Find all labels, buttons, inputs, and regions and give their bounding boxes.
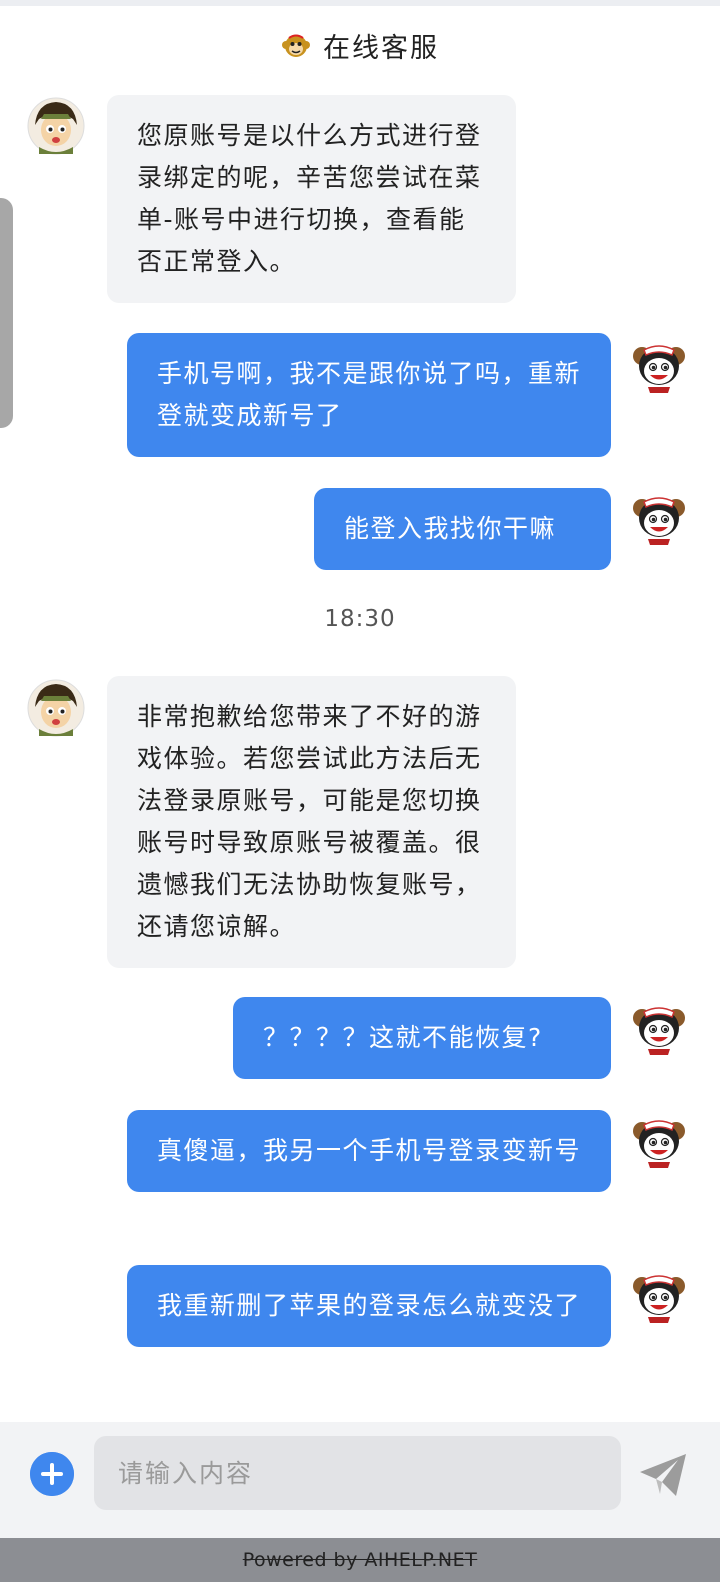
side-drag-handle[interactable] <box>0 198 13 428</box>
agent-message-bubble: 非常抱歉给您带来了不好的游戏体验。若您尝试此方法后无法登录原账号，可能是您切换账… <box>107 676 516 968</box>
send-icon <box>638 1452 688 1498</box>
powered-by-label[interactable]: Powered by AIHELP.NET <box>243 1549 478 1571</box>
agent-avatar <box>27 679 85 737</box>
agent-avatar <box>27 97 85 155</box>
page-title: 在线客服 <box>323 32 439 64</box>
user-message-bubble: 能登入我找你干嘛 <box>314 488 611 570</box>
chat-screen: 在线客服 您原账号是以什么方式进行登录绑定的呢，辛苦您尝试在菜单-账号中进行切换… <box>0 0 720 1582</box>
user-avatar <box>630 1268 688 1326</box>
add-attachment-button[interactable] <box>30 1452 74 1496</box>
user-message-bubble: 我重新删了苹果的登录怎么就变没了 <box>127 1265 611 1347</box>
message-input[interactable] <box>94 1436 621 1510</box>
message-timestamp: 18:30 <box>324 606 396 632</box>
user-avatar <box>630 1113 688 1171</box>
user-message-bubble: 手机号啊，我不是跟你说了吗，重新登就变成新号了 <box>127 333 611 457</box>
user-avatar <box>630 338 688 396</box>
user-message-bubble: ？？？？这就不能恢复? <box>233 997 611 1079</box>
user-message-bubble: 真傻逼，我另一个手机号登录变新号 <box>127 1110 611 1192</box>
header: 在线客服 <box>0 0 720 84</box>
monkey-logo-icon <box>281 30 311 60</box>
send-button[interactable] <box>638 1452 688 1498</box>
footer: Powered by AIHELP.NET <box>0 1538 720 1582</box>
agent-message-bubble: 您原账号是以什么方式进行登录绑定的呢，辛苦您尝试在菜单-账号中进行切换，查看能否… <box>107 95 516 303</box>
header-inner: 在线客服 <box>281 26 439 65</box>
plus-icon <box>30 1452 74 1496</box>
user-avatar <box>630 490 688 548</box>
user-avatar <box>630 1000 688 1058</box>
